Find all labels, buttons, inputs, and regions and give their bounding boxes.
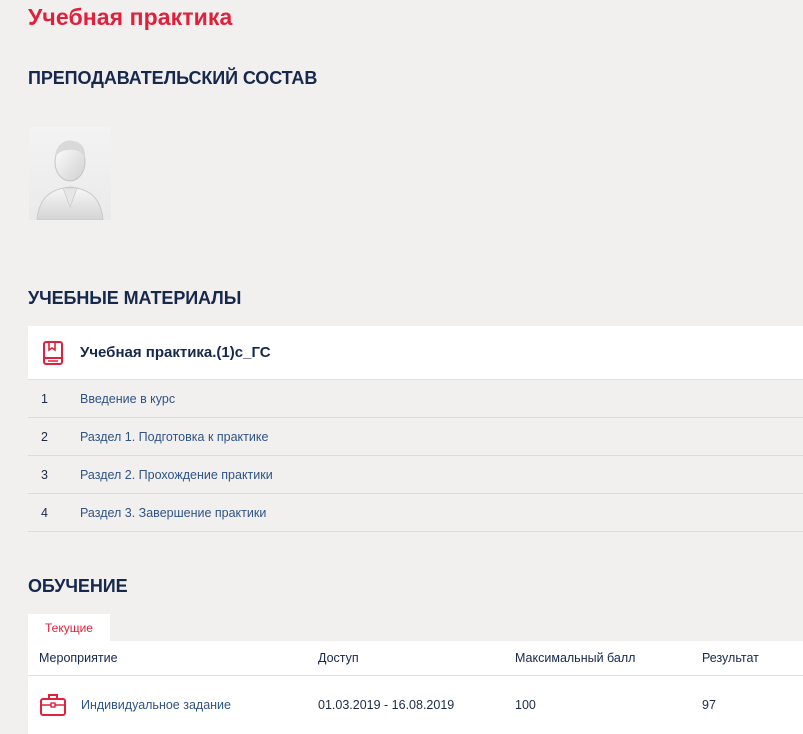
result-cell: 97 <box>702 698 716 712</box>
book-icon <box>42 340 64 366</box>
material-number: 3 <box>41 467 48 482</box>
material-row: 4 Раздел 3. Завершение практики <box>28 494 803 532</box>
material-number: 1 <box>41 391 48 406</box>
column-header-event: Мероприятие <box>39 651 118 665</box>
briefcase-icon <box>39 692 67 718</box>
column-header-max-score: Максимальный балл <box>515 651 636 665</box>
event-link[interactable]: Индивидуальное задание <box>81 698 231 712</box>
material-link[interactable]: Введение в курс <box>80 392 175 406</box>
column-header-access: Доступ <box>318 651 359 665</box>
learning-table: Мероприятие Доступ Максимальный балл Рез… <box>28 641 803 734</box>
teachers-heading: ПРЕПОДАВАТЕЛЬСКИЙ СОСТАВ <box>28 68 318 88</box>
learning-heading: ОБУЧЕНИЕ <box>28 576 128 596</box>
materials-heading: УЧЕБНЫЕ МАТЕРИАЛЫ <box>28 288 242 308</box>
course-header[interactable]: Учебная практика.(1)с_ГС <box>28 326 803 380</box>
max-score-cell: 100 <box>515 698 536 712</box>
event-cell: Индивидуальное задание <box>28 692 318 718</box>
material-link[interactable]: Раздел 2. Прохождение практики <box>80 468 273 482</box>
material-row: 3 Раздел 2. Прохождение практики <box>28 456 803 494</box>
material-row: 1 Введение в курс <box>28 380 803 418</box>
page-title: Учебная практика <box>28 4 233 30</box>
tab-current[interactable]: Текущие <box>28 614 110 642</box>
material-link[interactable]: Раздел 1. Подготовка к практике <box>80 430 268 444</box>
user-placeholder-icon <box>36 140 104 220</box>
column-header-result: Результат <box>702 651 759 665</box>
materials-panel: Учебная практика.(1)с_ГС 1 Введение в ку… <box>28 326 803 532</box>
table-row: Индивидуальное задание 01.03.2019 - 16.0… <box>28 676 803 734</box>
table-header: Мероприятие Доступ Максимальный балл Рез… <box>28 641 803 676</box>
material-number: 4 <box>41 505 48 520</box>
material-number: 2 <box>41 429 48 444</box>
course-title[interactable]: Учебная практика.(1)с_ГС <box>80 344 271 361</box>
teacher-avatar[interactable] <box>29 127 111 220</box>
material-link[interactable]: Раздел 3. Завершение практики <box>80 506 266 520</box>
material-row: 2 Раздел 1. Подготовка к практике <box>28 418 803 456</box>
access-cell: 01.03.2019 - 16.08.2019 <box>318 698 455 712</box>
